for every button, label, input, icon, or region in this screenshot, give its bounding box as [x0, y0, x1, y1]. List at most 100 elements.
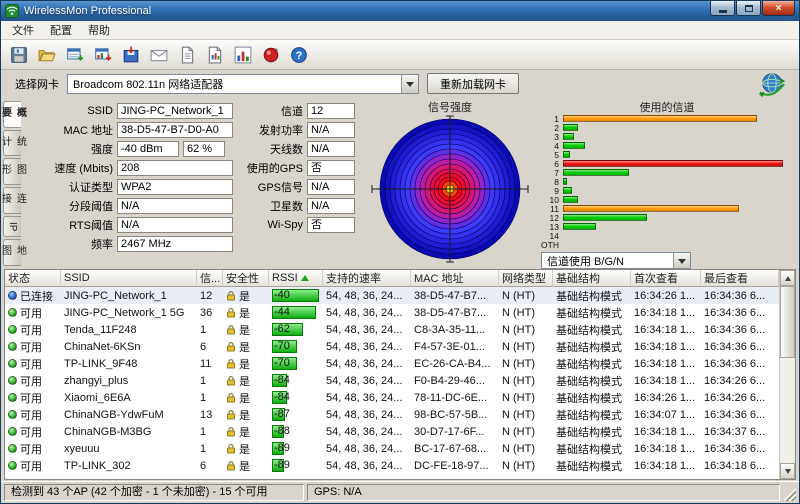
document-icon [206, 46, 224, 64]
ap-row[interactable]: 可用 Xiaomi_6E6A 1 是 -84 54, 48, 36, 24... 78-11… [5, 389, 779, 406]
cell-channel: 11 [200, 357, 212, 370]
summary-field-5: 卫星数 N/A [243, 197, 361, 214]
table-body: 已连接 JING-PC_Network_1 12 是 -40 54, 48, 36, 24… [5, 287, 779, 479]
cell-status: 可用 [5, 304, 61, 321]
cell-infrastructure: 基础结构模式 [556, 460, 622, 473]
tab-connect[interactable]: 连接 [1, 187, 26, 214]
channel-mode-value: 信道使用 B/G/N [547, 255, 625, 268]
ap-row[interactable]: 可用 xyeuuu 1 是 -89 54, 48, 36, 24... BC-17-67-6… [5, 440, 779, 457]
scrollbar-thumb[interactable] [780, 286, 795, 358]
channel-mode-select[interactable]: 信道使用 B/G/N [541, 252, 691, 269]
help-button[interactable]: ? [286, 42, 312, 67]
cell-security: 是 [223, 389, 269, 406]
column-header-status[interactable]: 状态 [5, 270, 61, 287]
cell-last-seen: 16:34:26 6... [704, 374, 766, 387]
maximize-button[interactable] [736, 1, 761, 16]
column-header-channel[interactable]: 信... [197, 270, 223, 287]
cell-status: 可用 [5, 457, 61, 474]
vertical-scrollbar[interactable] [779, 270, 795, 479]
tab-ip[interactable]: IP [3, 215, 21, 238]
cell-first-seen: 16:34:18 1... [634, 459, 696, 472]
window-title: WirelessMon Professional [24, 5, 152, 17]
resize-grip[interactable] [783, 488, 796, 501]
channel-track [563, 214, 783, 221]
cell-net-type: N (HT) [502, 306, 535, 319]
menu-item-file[interactable]: 文件 [4, 21, 42, 39]
menu-item-config[interactable]: 配置 [42, 21, 80, 39]
channel-row: 5 [539, 150, 795, 160]
ap-row[interactable]: 可用 ChinaNGB-M3BG 1 是 -88 54, 48, 36, 24... 30-… [5, 423, 779, 440]
tab-summary[interactable]: 概要 [1, 101, 26, 128]
column-header-mac[interactable]: MAC 地址 [411, 270, 499, 287]
rssi-bar-wrap: -70 [272, 357, 320, 370]
open-button[interactable] [34, 42, 60, 67]
cell-security: 是 [223, 406, 269, 423]
field-value: 208 [117, 159, 233, 176]
minimize-button[interactable] [710, 1, 735, 16]
reload-adapter-button[interactable]: 重新加载网卡 [427, 73, 519, 94]
scrollbar-track[interactable] [780, 286, 795, 463]
ap-row[interactable]: 可用 TP-LINK_9F48 11 是 -70 54, 48, 36, 24... EC-… [5, 355, 779, 372]
wirelessmon-window: WirelessMon Professional × 文件 配置 帮助 ? 选择网卡… [0, 0, 800, 504]
cell-rssi: -89 [269, 457, 323, 474]
side-tabs: 概要 统计 图形 连接 IP 地图 [1, 99, 26, 266]
adapter-select[interactable]: Broadcom 802.11n 网络适配器 [67, 73, 419, 94]
save-graph-button[interactable] [90, 42, 116, 67]
email-button[interactable] [146, 42, 172, 67]
title-bar[interactable]: WirelessMon Professional × [1, 1, 799, 21]
cell-ssid: JING-PC_Network_1 [64, 289, 167, 302]
export-button[interactable] [118, 42, 144, 67]
tab-statistics[interactable]: 统计 [1, 129, 26, 157]
ap-row[interactable]: 已连接 JING-PC_Network_1 12 是 -40 54, 48, 36, 24… [5, 287, 779, 304]
ap-row[interactable]: 可用 TP-LINK_302 6 是 -89 54, 48, 36, 24... DC-FE… [5, 457, 779, 474]
cell-status: 可用 [5, 338, 61, 355]
column-header-first-seen[interactable]: 首次查看 [631, 270, 701, 287]
ap-count-status: 检测到 43 个AP (42 个加密 - 1 个未加密) - 15 个可用 [4, 484, 304, 501]
ap-row[interactable]: 可用 ChinaNet-6KSn 6 是 -70 54, 48, 36, 24... F4-… [5, 338, 779, 355]
column-header-rates[interactable]: 支持的速率 [323, 270, 411, 287]
ap-row[interactable]: 可用 zhangyi_plus 1 是 -84 54, 48, 36, 24... F0-B… [5, 372, 779, 389]
ap-row[interactable]: 可用 Tenda_11F248 1 是 -62 54, 48, 36, 24... C8-3… [5, 321, 779, 338]
save-networks-button[interactable] [62, 42, 88, 67]
column-header-last-seen[interactable]: 最后查看 [701, 270, 779, 287]
close-button[interactable]: × [762, 1, 795, 16]
ap-row[interactable]: 可用 JING-PC_Network_1 5G 36 是 -44 54, 48, 36, … [5, 304, 779, 321]
channel-row: OTH [539, 240, 795, 250]
column-header-net-type[interactable]: 网络类型 [499, 270, 553, 287]
cell-rssi: -88 [269, 423, 323, 440]
adapter-dropdown-button[interactable] [401, 74, 418, 93]
cell-infrastructure: 基础结构模式 [556, 290, 622, 303]
tab-map[interactable]: 地图 [1, 239, 26, 266]
cell-first-seen: 16:34:07 1... [634, 408, 696, 421]
rssi-value: -89 [274, 459, 290, 471]
tab-graphs[interactable]: 图形 [1, 158, 26, 186]
save-button[interactable] [6, 42, 32, 67]
report-button[interactable] [174, 42, 200, 67]
field-label: SSID [87, 104, 113, 117]
scroll-up-button[interactable] [780, 270, 795, 286]
cell-mac: 98-BC-57-5B... [414, 408, 488, 421]
export-icon [122, 46, 140, 64]
ap-row[interactable]: 可用 ChinaNGB-YdwFuM 13 是 -87 54, 48, 36, 24...… [5, 406, 779, 423]
rssi-bar-wrap: -44 [272, 306, 320, 319]
app-icon [5, 4, 19, 18]
scroll-down-button[interactable] [780, 463, 795, 479]
document-button[interactable] [202, 42, 228, 67]
menu-item-help[interactable]: 帮助 [80, 21, 118, 39]
column-header-infrastructure[interactable]: 基础结构 [553, 270, 631, 287]
channel-mode-dropdown-button[interactable] [673, 253, 690, 268]
cell-status: 已连接 [5, 287, 61, 304]
lock-icon [226, 426, 236, 437]
cell-net-type: N (HT) [502, 340, 535, 353]
cell-last-seen: 16:34:36 6... [704, 340, 766, 353]
rssi-value: -84 [274, 374, 290, 386]
summary-field-0: 信道 12 [243, 102, 361, 119]
column-header-ssid[interactable]: SSID [61, 270, 197, 287]
gps-button[interactable] [258, 42, 284, 67]
column-header-rssi[interactable]: RSSI [269, 270, 323, 287]
available-status-icon [8, 444, 17, 453]
channel-track [563, 142, 783, 149]
column-header-security[interactable]: 安全性 [223, 270, 269, 287]
open-icon [38, 46, 56, 64]
chart-button[interactable] [230, 42, 256, 67]
